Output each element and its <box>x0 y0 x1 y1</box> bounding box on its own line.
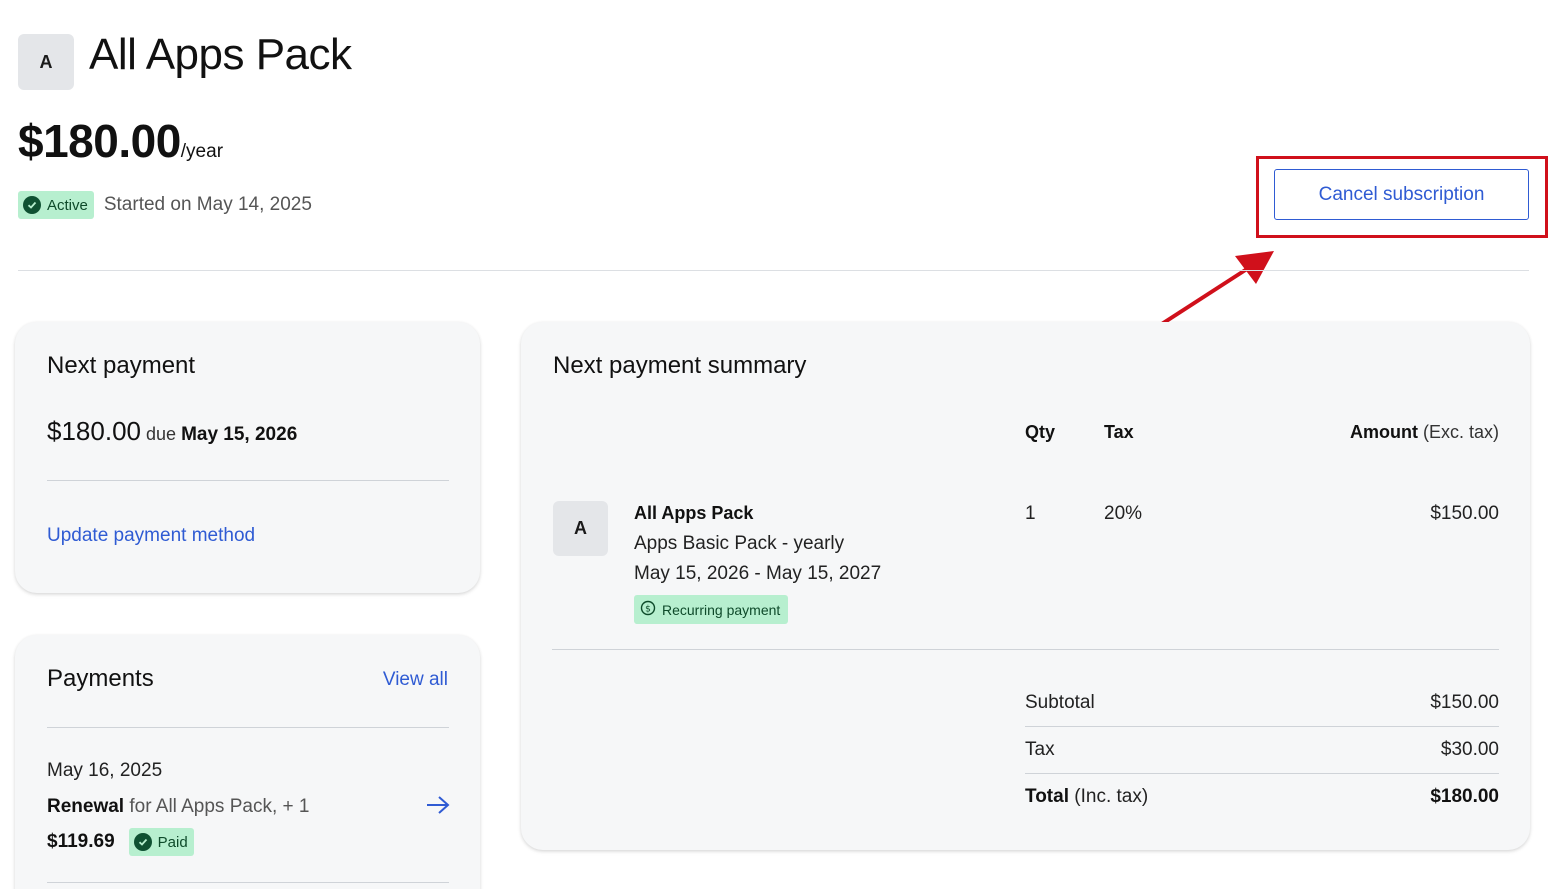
price-amount: $180.00 <box>18 115 181 167</box>
payment-description: Renewal for All Apps Pack, + 1 <box>47 796 309 818</box>
line-item-name: All Apps Pack <box>634 503 754 523</box>
next-payment-due-date: May 15, 2026 <box>181 424 298 445</box>
summary-title: Next payment summary <box>553 352 807 379</box>
view-all-payments-link[interactable]: View all <box>383 669 448 691</box>
line-item-avatar: A <box>553 501 608 556</box>
amount-header-note: (Exc. tax) <box>1422 422 1499 442</box>
next-payment-title: Next payment <box>47 352 196 379</box>
product-avatar-letter: A <box>39 51 53 72</box>
total-label-note: (Inc. tax) <box>1074 786 1149 807</box>
line-item-tax: 20% <box>1104 503 1143 524</box>
started-date: Started on May 14, 2025 <box>103 194 312 215</box>
subscription-price: $180.00/year <box>18 114 223 168</box>
total-label-text: Total <box>1025 786 1069 807</box>
amount-column-header: Amount (Exc. tax) <box>1350 422 1499 443</box>
line-item-avatar-letter: A <box>574 518 587 538</box>
line-item-plan: Apps Basic Pack - yearly <box>634 533 845 554</box>
subtotal-value: $150.00 <box>1430 692 1499 713</box>
recurring-payment-label: Recurring payment <box>662 601 781 618</box>
payment-date: May 16, 2025 <box>47 760 163 781</box>
svg-text:$: $ <box>645 605 651 615</box>
next-payment-summary-card: Next payment summary Qty Tax Amount (Exc… <box>521 322 1530 850</box>
qty-column-header: Qty <box>1025 422 1056 442</box>
line-item-qty: 1 <box>1025 503 1036 524</box>
status-badge-label: Active <box>47 196 88 214</box>
arrow-right-icon[interactable] <box>426 795 450 820</box>
status-row: Active Started on May 14, 2025 <box>18 191 312 219</box>
payment-amount-row: $119.69 Paid <box>47 828 194 856</box>
total-label: Total (Inc. tax) <box>1025 786 1148 808</box>
dollar-circle-icon: $ <box>640 600 656 619</box>
next-payment-amount-row: $180.00 due May 15, 2026 <box>47 416 297 447</box>
paid-badge: Paid <box>128 828 194 856</box>
tax-label: Tax <box>1025 739 1055 760</box>
page-title: All Apps Pack <box>89 30 352 79</box>
totals-divider <box>1025 773 1499 774</box>
check-circle-icon <box>133 833 152 851</box>
summary-divider <box>552 649 1499 650</box>
tax-column-header: Tax <box>1104 422 1134 442</box>
payments-title: Payments <box>47 665 154 692</box>
check-circle-icon <box>23 196 41 214</box>
card-divider <box>47 882 449 883</box>
next-payment-amount: $180.00 <box>47 416 141 446</box>
payment-detail: for All Apps Pack, + 1 <box>129 796 310 817</box>
header-divider <box>18 270 1529 271</box>
subtotal-label: Subtotal <box>1025 692 1095 713</box>
line-item-amount: $150.00 <box>1430 503 1499 524</box>
payment-type: Renewal <box>47 796 125 817</box>
line-item-period: May 15, 2026 - May 15, 2027 <box>634 563 882 584</box>
payment-amount: $119.69 <box>47 831 115 852</box>
update-payment-method-link[interactable]: Update payment method <box>47 525 255 547</box>
due-word: due <box>146 424 177 444</box>
amount-header-label: Amount <box>1349 422 1418 442</box>
product-avatar: A <box>18 34 74 90</box>
cancel-subscription-button[interactable]: Cancel subscription <box>1274 169 1529 220</box>
payments-card: Payments View all May 16, 2025 Renewal f… <box>15 635 480 889</box>
recurring-payment-badge: $ Recurring payment <box>634 595 789 624</box>
card-divider <box>47 480 449 481</box>
totals-divider <box>1025 726 1499 727</box>
price-period: /year <box>180 141 224 162</box>
status-badge: Active <box>18 191 94 219</box>
tax-value: $30.00 <box>1440 739 1499 760</box>
paid-badge-label: Paid <box>157 833 188 851</box>
next-payment-card: Next payment $180.00 due May 15, 2026 Up… <box>15 322 480 593</box>
subscription-page: A All Apps Pack $180.00/year Active Star… <box>0 0 1565 889</box>
card-divider <box>47 727 449 728</box>
total-value: $180.00 <box>1430 786 1499 807</box>
